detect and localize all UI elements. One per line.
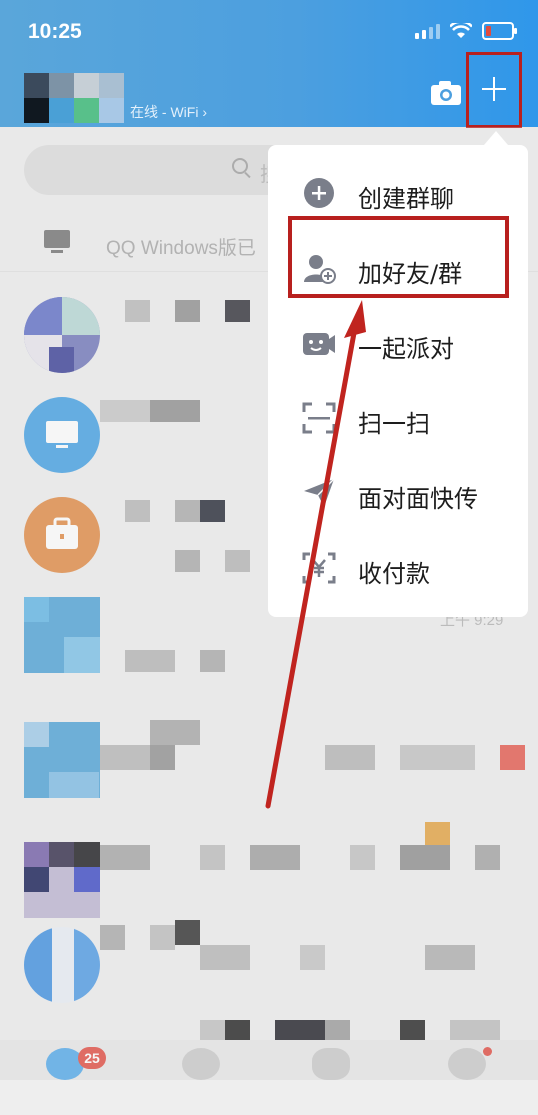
send-icon	[304, 478, 335, 507]
menu-item-label: 一起派对	[358, 335, 454, 363]
camera-icon[interactable]	[430, 80, 462, 106]
add-circle-icon	[304, 178, 334, 208]
menu-item-face-to-face[interactable]: 面对面快传	[268, 455, 528, 530]
menu-item-scan[interactable]: 扫一扫	[268, 380, 528, 455]
battery-icon	[482, 22, 517, 40]
status-time: 10:25	[28, 20, 82, 43]
online-status[interactable]: 在线 - WiFi ›	[130, 102, 207, 122]
menu-item-label: 收付款	[358, 560, 430, 588]
status-icons	[415, 22, 517, 40]
scan-icon	[302, 402, 336, 434]
menu-item-label: 扫一扫	[358, 410, 430, 438]
menu-item-label: 面对面快传	[358, 485, 478, 513]
payment-icon	[302, 552, 336, 584]
signal-icon	[415, 23, 440, 39]
party-icon	[303, 333, 335, 355]
highlight-box	[288, 216, 509, 298]
menu-item-label: 创建群聊	[358, 185, 454, 213]
menu-item-payment[interactable]: 收付款	[268, 530, 528, 605]
add-button[interactable]	[466, 52, 522, 128]
menu-item-party[interactable]: 一起派对	[268, 305, 528, 380]
avatar[interactable]	[24, 73, 124, 123]
wifi-icon	[450, 23, 472, 38]
